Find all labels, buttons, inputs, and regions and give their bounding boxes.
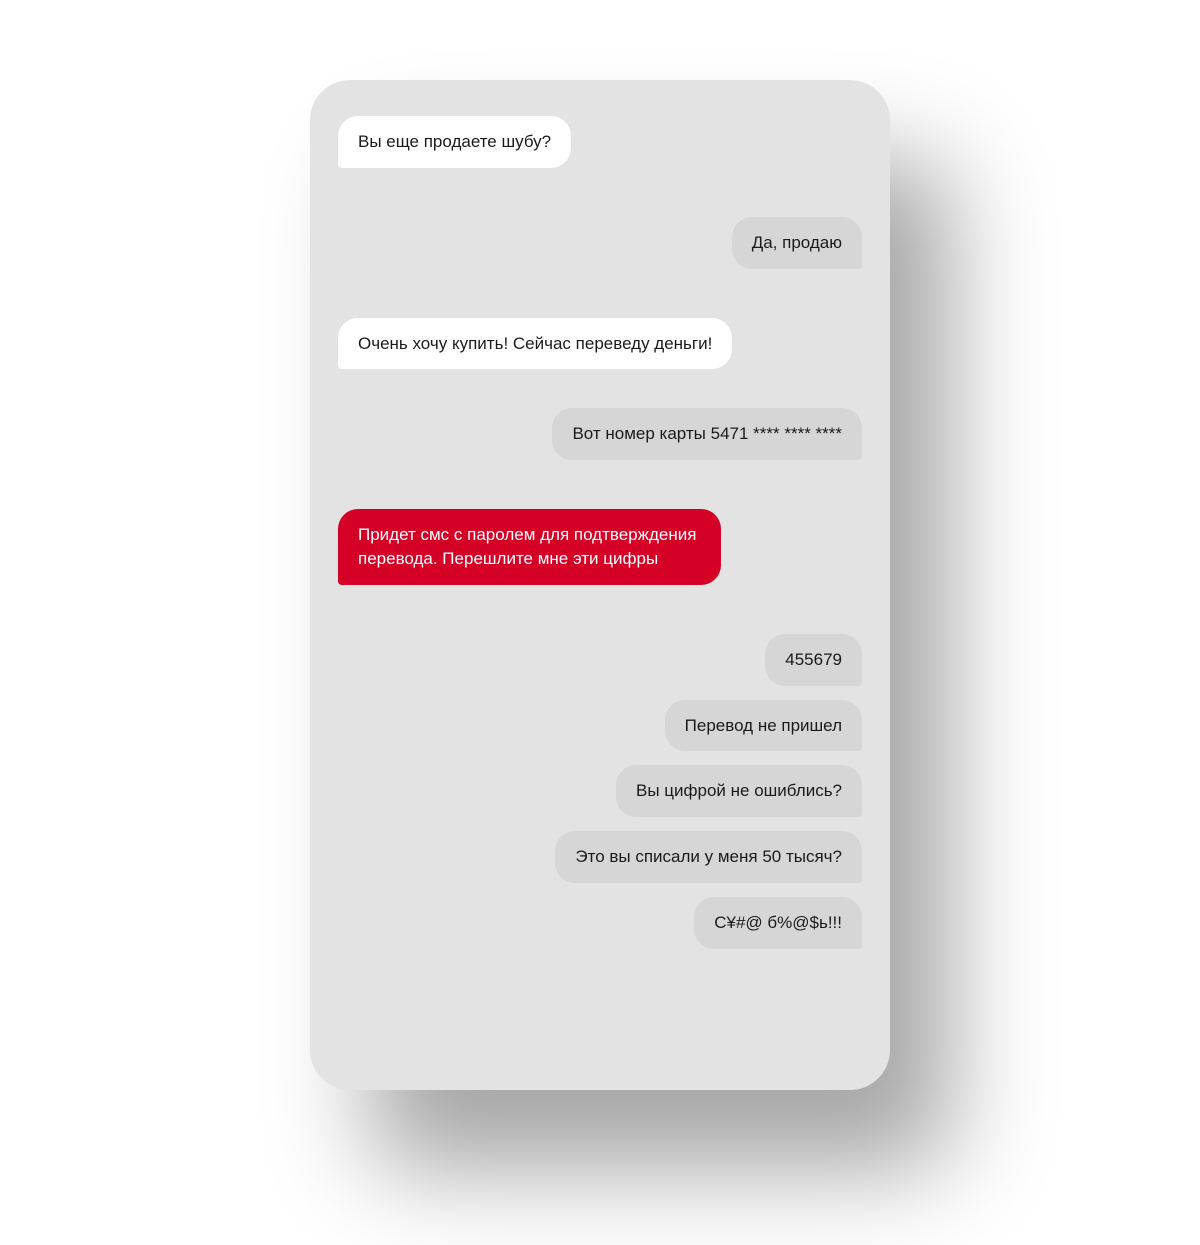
message-group: Вот номер карты 5471 **** **** **** (338, 408, 862, 460)
chat-bubble-outgoing[interactable]: Перевод не пришел (665, 700, 862, 752)
chat-bubble-outgoing[interactable]: Вы цифрой не ошиблись? (616, 765, 862, 817)
chat-screen: Вы еще продаете шубу? Да, продаю Очень х… (310, 80, 890, 1090)
message-list: Вы еще продаете шубу? Да, продаю Очень х… (338, 116, 862, 949)
chat-bubble-outgoing[interactable]: Вот номер карты 5471 **** **** **** (552, 408, 862, 460)
message-group: Да, продаю (338, 217, 862, 269)
message-text: Это вы списали у меня 50 тысяч? (575, 847, 842, 866)
message-text: Перевод не пришел (685, 716, 842, 735)
message-text: Очень хочу купить! Сейчас переведу деньг… (358, 334, 712, 353)
message-group: 455679 Перевод не пришел Вы цифрой не ош… (338, 634, 862, 949)
message-text: Вот номер карты 5471 **** **** **** (572, 424, 842, 443)
chat-bubble-incoming[interactable]: Вы еще продаете шубу? (338, 116, 571, 168)
chat-bubble-outgoing[interactable]: С¥#@ б%@$ь!!! (694, 897, 862, 949)
chat-bubble-warning[interactable]: Придет смс с паролем для подтверждения п… (338, 509, 721, 585)
message-text: С¥#@ б%@$ь!!! (714, 913, 842, 932)
chat-bubble-incoming[interactable]: Очень хочу купить! Сейчас переведу деньг… (338, 318, 732, 370)
message-text: Придет смс с паролем для подтверждения п… (358, 525, 696, 568)
message-group: Очень хочу купить! Сейчас переведу деньг… (338, 318, 862, 370)
message-text: Вы цифрой не ошиблись? (636, 781, 842, 800)
message-text: 455679 (785, 650, 842, 669)
chat-bubble-outgoing[interactable]: 455679 (765, 634, 862, 686)
chat-bubble-outgoing[interactable]: Да, продаю (732, 217, 862, 269)
message-group: Вы еще продаете шубу? (338, 116, 862, 168)
message-text: Да, продаю (752, 233, 842, 252)
chat-bubble-outgoing[interactable]: Это вы списали у меня 50 тысяч? (555, 831, 862, 883)
message-group: Придет смс с паролем для подтверждения п… (338, 509, 862, 585)
message-text: Вы еще продаете шубу? (358, 132, 551, 151)
